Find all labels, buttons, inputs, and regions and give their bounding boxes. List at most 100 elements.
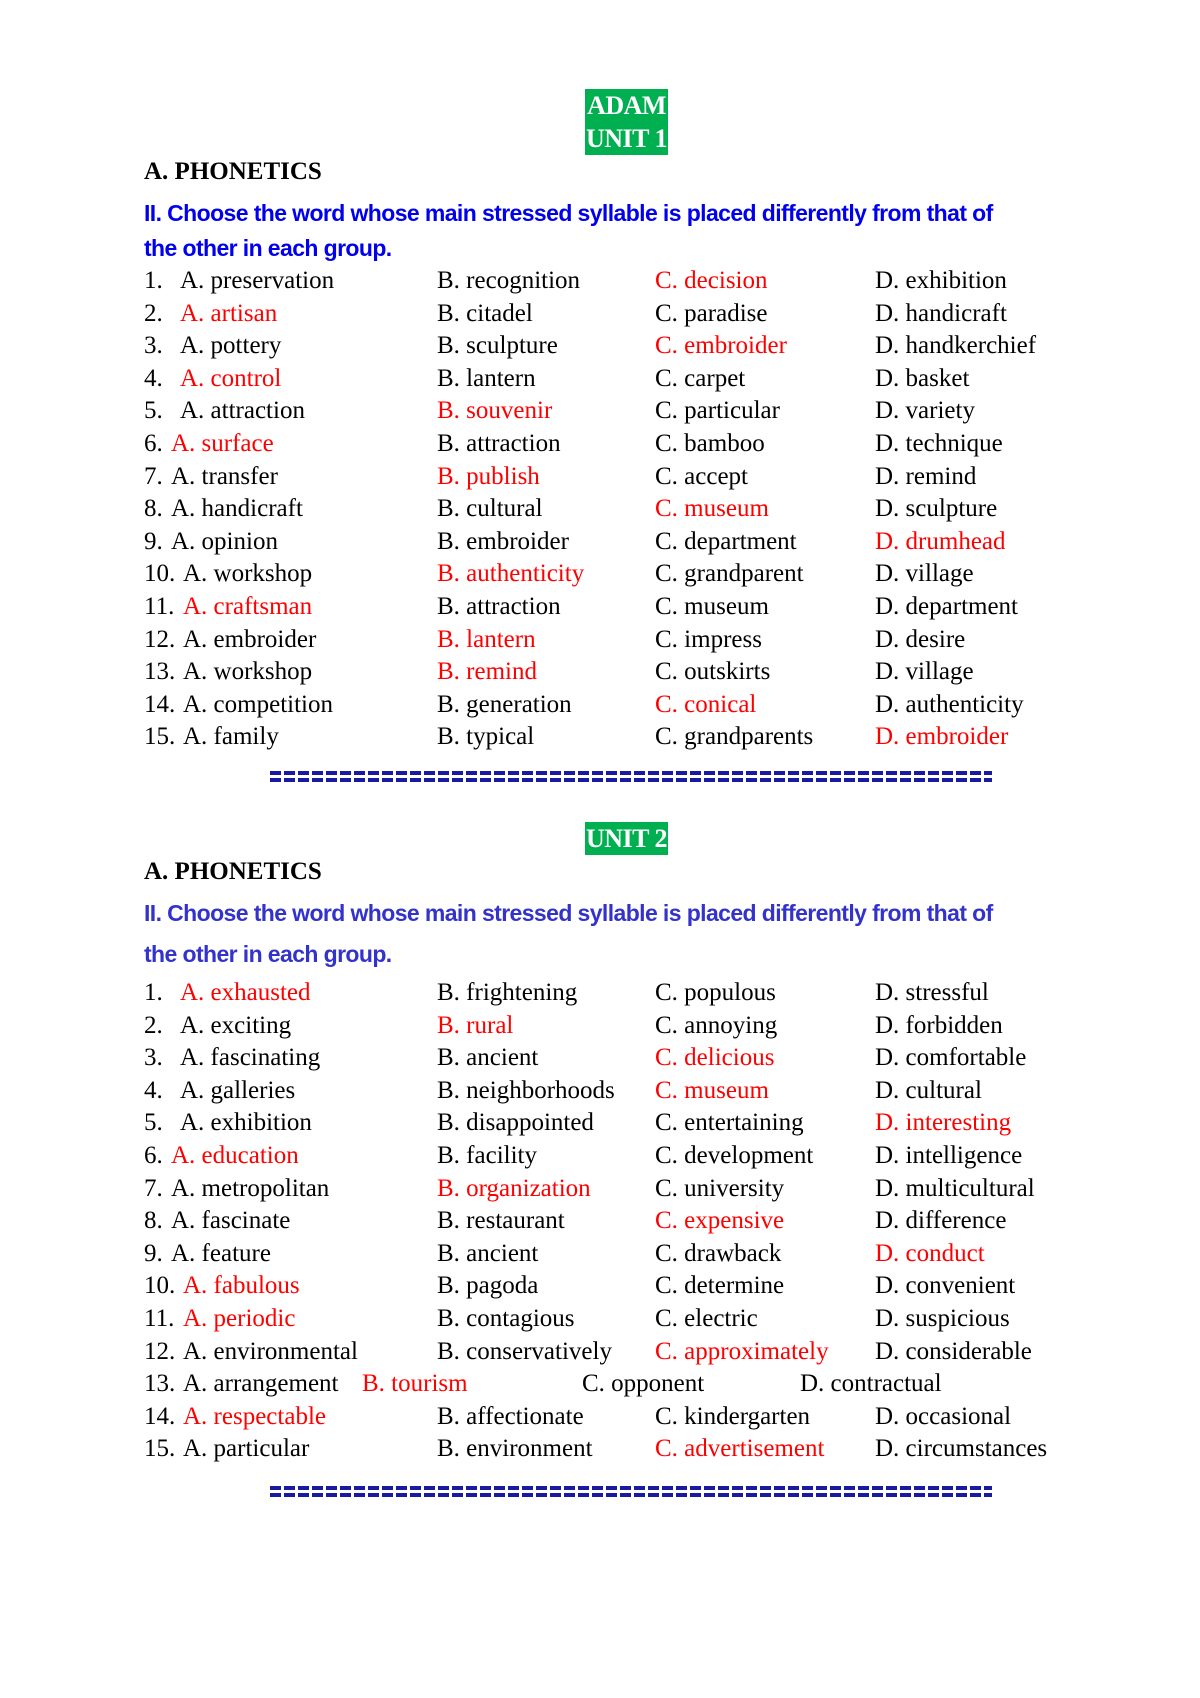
option-c-correct: C. expensive: [655, 1207, 785, 1235]
question-row: 8. A. fascinate B. restaurant C. expensive D…: [0, 1205, 1200, 1237]
option-b: B. citadel: [437, 299, 533, 327]
question-row: 15. A. family B. typical C. grandparents D. …: [0, 721, 1200, 753]
question-number: 5.: [144, 1109, 163, 1137]
option-c: C. entertaining: [655, 1109, 804, 1137]
option-d: D. suspicious: [875, 1305, 1010, 1332]
option-d-correct: D. conduct: [875, 1239, 985, 1267]
option-a-correct: A. fabulous: [183, 1272, 300, 1300]
option-b: B. disappointed: [437, 1109, 594, 1137]
option-a: A. embroider: [183, 625, 317, 653]
option-a: A. workshop: [183, 658, 313, 686]
question-number: 12.: [144, 1337, 176, 1365]
question-number: 7.: [144, 1174, 163, 1202]
option-a: A. fascinating: [180, 1044, 321, 1072]
option-b-correct: B. remind: [437, 658, 537, 686]
option-c: C. electric: [655, 1305, 758, 1332]
option-b: B. cultural: [437, 495, 543, 523]
question-number: 4.: [144, 364, 163, 392]
option-d: D. village: [875, 560, 974, 588]
option-c: C. particular: [655, 397, 780, 425]
question-row: 4. A. control B. lantern C. carpet D. basket: [0, 363, 1200, 395]
option-b: B. embroider: [437, 527, 569, 555]
title-badge: ADAM UNIT 1: [585, 89, 669, 155]
question-number: 15.: [144, 1435, 176, 1463]
question-row: 10. A. fabulous B. pagoda C. determine D. co…: [0, 1270, 1200, 1302]
option-b-correct: B. souvenir: [437, 397, 553, 425]
question-row: 8. A. handicraft B. cultural C. museum D. sc…: [0, 493, 1200, 525]
question-number: 6.: [144, 1142, 163, 1169]
question-row: 4. A. galleries B. neighborhoods C. museum D…: [0, 1075, 1200, 1107]
option-a-correct: A. surface: [171, 430, 274, 457]
question-row: 13. A. workshop B. remind C. outskirts D. vi…: [0, 656, 1200, 688]
option-c-correct: C. delicious: [655, 1044, 775, 1072]
option-c: C. grandparent: [655, 560, 804, 588]
option-c: C. determine: [655, 1272, 785, 1300]
option-a-correct: A. periodic: [183, 1305, 296, 1332]
option-c: C. drawback: [655, 1239, 782, 1267]
question-row: 11. A. craftsman B. attraction C. museum D. …: [0, 591, 1200, 623]
unit2-instruction: II. Choose the word whose main stressed …: [144, 893, 1124, 975]
option-d: D. basket: [875, 364, 970, 392]
option-a: A. family: [183, 723, 279, 751]
option-a: A. feature: [171, 1239, 271, 1267]
option-d: D. multicultural: [875, 1174, 1035, 1202]
question-row: 3. A. pottery B. sculpture C. embroider D. h…: [0, 330, 1200, 362]
question-number: 14.: [144, 1402, 176, 1430]
option-a-correct: A. craftsman: [183, 593, 313, 620]
option-b: B. sculpture: [437, 332, 558, 360]
option-d: D. handicraft: [875, 299, 1007, 327]
question-row: 11. A. periodic B. contagious C. electric D.…: [0, 1303, 1200, 1335]
separator-line-top: [270, 1486, 992, 1490]
option-c: C. outskirts: [655, 658, 771, 686]
option-b-correct: B. lantern: [437, 625, 536, 653]
question-number: 15.: [144, 723, 176, 751]
question-number: 2.: [144, 1011, 163, 1039]
question-number: 11.: [144, 593, 175, 620]
option-d: D. contractual: [800, 1370, 942, 1398]
question-number: 8.: [144, 1207, 163, 1235]
option-a: A. particular: [183, 1435, 310, 1463]
question-row: 15. A. particular B. environment C. adverti…: [0, 1433, 1200, 1465]
option-d: D. exhibition: [875, 267, 1007, 294]
question-row: 9. A. feature B. ancient C. drawback D. cond…: [0, 1238, 1200, 1270]
option-a: A. attraction: [180, 397, 305, 425]
option-c-correct: C. decision: [655, 267, 768, 294]
question-number: 14.: [144, 690, 176, 718]
option-c-correct: C. advertisement: [655, 1435, 825, 1463]
option-a-correct: A. artisan: [180, 299, 278, 327]
option-b-correct: B. authenticity: [437, 560, 585, 588]
option-c: C. department: [655, 527, 797, 555]
option-b: B. environment: [437, 1435, 593, 1463]
unit1-instruction-line2: the other in each group.: [144, 235, 392, 261]
option-a: A. competition: [183, 690, 333, 718]
option-b: B. pagoda: [437, 1272, 539, 1300]
option-b-correct: B. tourism: [362, 1370, 468, 1398]
unit2-separator: [270, 1484, 992, 1500]
option-c: C. museum: [655, 593, 769, 620]
option-c: C. paradise: [655, 299, 768, 327]
option-d-correct: D. drumhead: [875, 527, 1006, 555]
question-row: 5. A. exhibition B. disappointed C. enterta…: [0, 1107, 1200, 1139]
option-d-correct: D. interesting: [875, 1109, 1012, 1137]
question-row: 13. A. arrangement B. tourism C. opponent D.…: [0, 1368, 1200, 1400]
question-row: 12. A. environmental B. conservatively C. a…: [0, 1336, 1200, 1368]
option-d: D. desire: [875, 625, 966, 653]
question-number: 1.: [144, 979, 163, 1006]
option-b: B. ancient: [437, 1044, 539, 1072]
question-number: 1.: [144, 267, 163, 294]
option-d: D. authenticity: [875, 690, 1024, 718]
separator-line-top: [270, 771, 992, 775]
question-row: 7. A. metropolitan B. organization C. unive…: [0, 1173, 1200, 1205]
question-row: 2. A. artisan B. citadel C. paradise D. hand…: [0, 298, 1200, 330]
option-d-correct: D. embroider: [875, 723, 1009, 751]
question-row: 12. A. embroider B. lantern C. impress D. de…: [0, 624, 1200, 656]
option-d: D. cultural: [875, 1076, 982, 1104]
option-d: D. handkerchief: [875, 332, 1037, 360]
question-number: 10.: [144, 1272, 176, 1300]
option-a: A. arrangement: [183, 1370, 339, 1398]
option-d: D. considerable: [875, 1337, 1032, 1365]
option-b: B. typical: [437, 723, 535, 751]
question-number: 7.: [144, 462, 163, 490]
unit1-instruction-line1: II. Choose the word whose main stressed …: [144, 200, 993, 226]
option-c: C. accept: [655, 462, 749, 490]
